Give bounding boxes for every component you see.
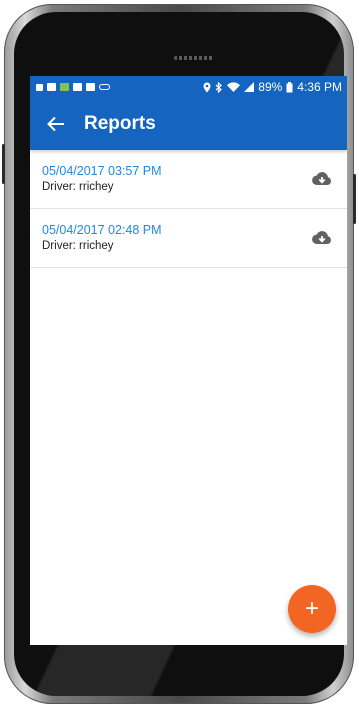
status-time: 4:36 PM — [297, 80, 342, 94]
bluetooth-icon — [215, 81, 223, 93]
speaker-grille — [174, 56, 214, 60]
app-bar: Reports — [30, 98, 347, 150]
add-icon: + — [304, 595, 319, 622]
report-date: 05/04/2017 02:48 PM — [42, 223, 162, 237]
cloud-download-icon — [312, 231, 331, 245]
voicemail-icon — [99, 84, 110, 90]
report-item-text: 05/04/2017 03:57 PM Driver: rrichey — [42, 163, 309, 195]
notification-icons — [36, 83, 110, 91]
page-title: Reports — [84, 113, 156, 134]
video-icon — [36, 83, 43, 91]
report-item[interactable]: 05/04/2017 03:57 PM Driver: rrichey — [30, 150, 347, 209]
report-date: 05/04/2017 03:57 PM — [42, 164, 162, 178]
download-button[interactable] — [309, 225, 335, 251]
status-bar: 89% 4:36 PM — [30, 76, 347, 98]
report-driver: Driver: rrichey — [42, 240, 114, 252]
report-item[interactable]: 05/04/2017 02:48 PM Driver: rrichey — [30, 209, 347, 268]
system-icons: 89% 4:36 PM — [203, 80, 342, 94]
app-screen: 89% 4:36 PM Reports 05/04/2017 03:57 PM … — [30, 76, 347, 645]
add-report-button[interactable]: + — [288, 585, 336, 633]
wifi-icon — [227, 82, 241, 92]
cloud-download-icon — [312, 172, 331, 186]
image-icon — [73, 83, 82, 91]
gallery-icon — [60, 83, 69, 91]
download-button[interactable] — [309, 166, 335, 192]
report-driver: Driver: rrichey — [42, 181, 114, 193]
battery-percent: 89% — [258, 80, 283, 94]
signal-icon — [244, 82, 255, 92]
volume-button — [2, 144, 5, 184]
location-icon — [203, 82, 211, 92]
battery-icon — [286, 81, 293, 92]
back-button[interactable] — [44, 112, 68, 136]
image-icon — [47, 83, 56, 91]
report-item-text: 05/04/2017 02:48 PM Driver: rrichey — [42, 222, 309, 254]
power-button — [353, 174, 356, 224]
arrow-left-icon — [47, 116, 64, 132]
message-icon — [86, 83, 95, 91]
